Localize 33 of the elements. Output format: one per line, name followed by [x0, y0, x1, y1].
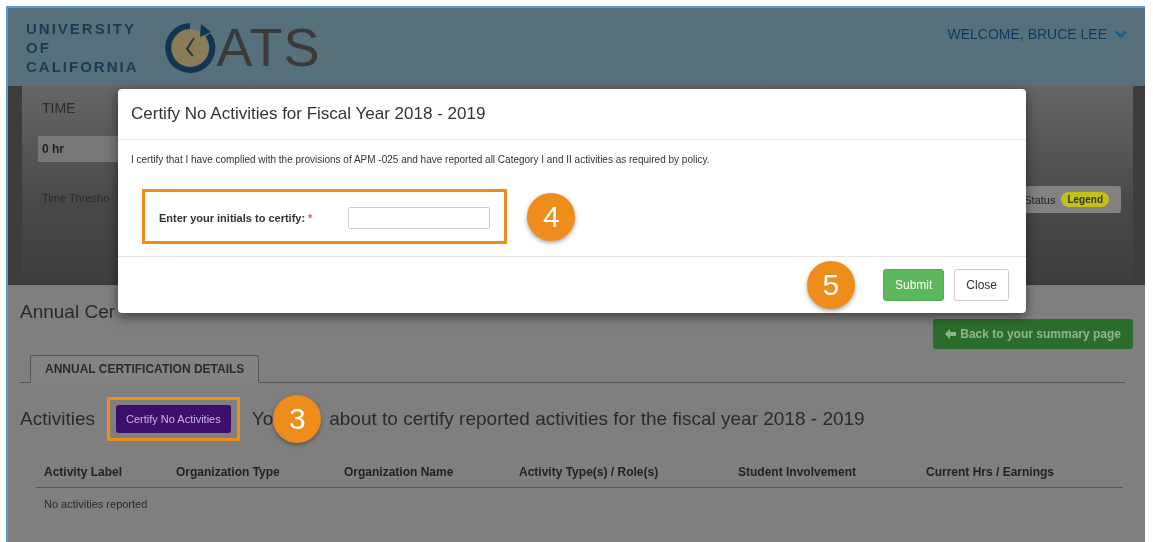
app-logo-text: ATS: [216, 17, 321, 77]
step-badge: 4: [527, 192, 576, 241]
time-label: TIME: [42, 100, 77, 116]
certification-statement: I certify that I have complied with the provisions of APM -025 and have reported all Category I and II activities as required by policy.: [131, 154, 711, 165]
column-header: Organization Name: [344, 465, 455, 479]
certify-message: Yo: [251, 408, 274, 430]
column-header: Student Involvement: [738, 465, 857, 479]
back-button[interactable]: Back to your summary page: [933, 319, 1133, 349]
close-button[interactable]: Close: [954, 269, 1009, 301]
chevron-down-icon: [1115, 29, 1127, 39]
step-badge: 5: [806, 261, 855, 309]
step-badge: 3: [273, 395, 322, 443]
column-header: Activity Type(s) / Role(s): [519, 465, 660, 479]
certify-message: about to certify reported activities for the fiscal year 2018 - 2019: [329, 408, 865, 430]
tab[interactable]: ANNUAL CERTIFICATION DETAILS: [30, 355, 260, 383]
dialog-title: Certify No Activities for Fiscal Year 2018 - 2019: [131, 104, 486, 124]
page-title: Annual Cer: [20, 301, 116, 323]
initials-label: Enter your initials to certify: *: [159, 212, 313, 224]
empty-message: No activities reported: [43, 497, 149, 510]
column-header: Organization Type: [176, 465, 281, 479]
arrow-left-icon: [945, 329, 957, 339]
certify-button[interactable]: Certify No Activities: [115, 405, 231, 433]
status-label: Status: [1024, 193, 1056, 206]
column-header: Activity Label: [44, 465, 124, 479]
submit-button[interactable]: Submit: [882, 269, 945, 301]
initials-field[interactable]: [348, 207, 491, 229]
required-mark: *: [308, 212, 313, 224]
clock-icon: [162, 20, 217, 74]
user-menu[interactable]: WELCOME, BRUCE LEE: [947, 26, 1127, 42]
legend-badge[interactable]: Legend: [1061, 192, 1109, 207]
column-header: Current Hrs / Earnings: [926, 465, 1056, 479]
activities-label: Activities: [20, 408, 95, 430]
university-logo-text: UNIVERSITY OF CALIFORNIA: [26, 18, 139, 76]
